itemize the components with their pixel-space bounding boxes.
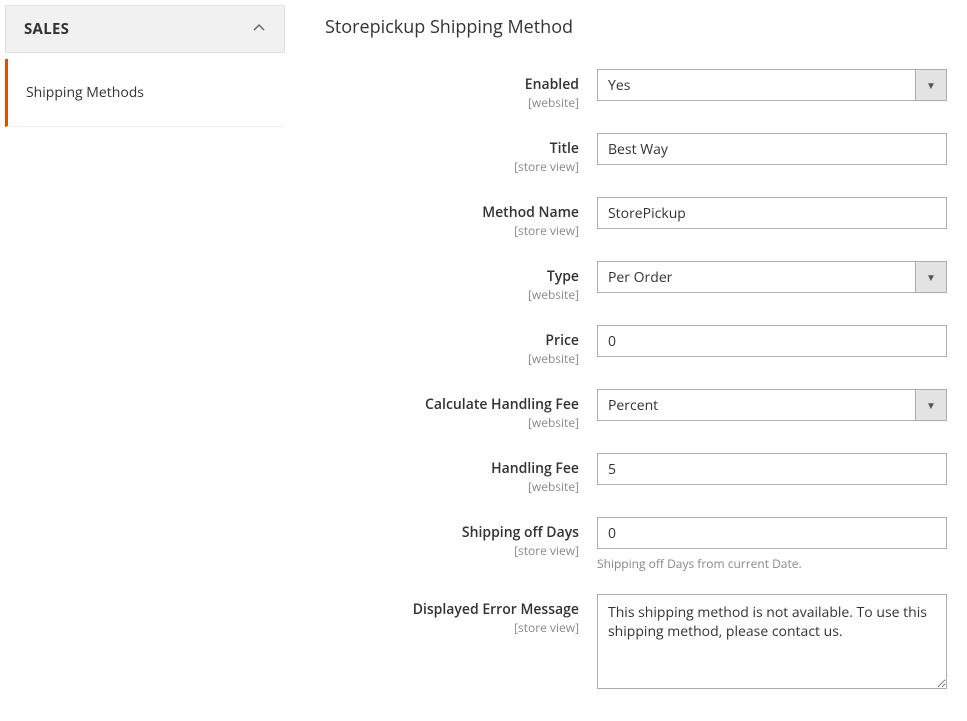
scope-label: [website] (325, 94, 579, 111)
price-input[interactable] (597, 325, 947, 357)
scope-label: [website] (325, 350, 579, 367)
handling-fee-calc-select[interactable]: Percent ▼ (597, 389, 947, 421)
scope-label: [store view] (325, 619, 579, 636)
scope-label: [store view] (325, 542, 579, 559)
dropdown-arrow-icon: ▼ (915, 389, 947, 421)
field-row-method-name: Method Name [store view] (325, 197, 962, 239)
field-label-shipping-off-days: Shipping off Days (325, 523, 579, 542)
scope-label: [website] (325, 414, 579, 431)
field-row-enabled: Enabled [website] Yes ▼ (325, 69, 962, 111)
field-label-type: Type (325, 267, 579, 286)
scope-label: [website] (325, 286, 579, 303)
chevron-up-icon (252, 18, 266, 40)
scope-label: [store view] (325, 222, 579, 239)
field-label-error-message: Displayed Error Message (325, 600, 579, 619)
handling-fee-input[interactable] (597, 453, 947, 485)
field-label-title: Title (325, 139, 579, 158)
field-label-handling-fee: Handling Fee (325, 459, 579, 478)
field-row-handling-fee-calc: Calculate Handling Fee [website] Percent… (325, 389, 962, 431)
field-row-price: Price [website] (325, 325, 962, 367)
section-title: Storepickup Shipping Method (325, 15, 962, 39)
main-content: Storepickup Shipping Method Enabled [web… (285, 5, 962, 716)
error-message-textarea[interactable] (597, 594, 947, 689)
field-row-shipping-off-days: Shipping off Days [store view] Shipping … (325, 517, 962, 572)
field-label-enabled: Enabled (325, 75, 579, 94)
sidebar-item-label: Shipping Methods (26, 83, 144, 102)
sidebar-item-shipping-methods[interactable]: Shipping Methods (5, 59, 285, 127)
method-name-input[interactable] (597, 197, 947, 229)
field-row-type: Type [website] Per Order ▼ (325, 261, 962, 303)
title-input[interactable] (597, 133, 947, 165)
sidebar: SALES Shipping Methods (5, 5, 285, 716)
enabled-select[interactable]: Yes ▼ (597, 69, 947, 101)
field-label-handling-fee-calc: Calculate Handling Fee (325, 395, 579, 414)
sidebar-category-sales[interactable]: SALES (5, 5, 285, 53)
type-select-value: Per Order (597, 261, 915, 293)
field-label-method-name: Method Name (325, 203, 579, 222)
enabled-select-value: Yes (597, 69, 915, 101)
sidebar-category-label: SALES (24, 19, 69, 39)
scope-label: [website] (325, 478, 579, 495)
shipping-off-days-input[interactable] (597, 517, 947, 549)
handling-fee-calc-select-value: Percent (597, 389, 915, 421)
scope-label: [store view] (325, 158, 579, 175)
field-row-error-message: Displayed Error Message [store view] (325, 594, 962, 694)
type-select[interactable]: Per Order ▼ (597, 261, 947, 293)
dropdown-arrow-icon: ▼ (915, 261, 947, 293)
dropdown-arrow-icon: ▼ (915, 69, 947, 101)
field-label-price: Price (325, 331, 579, 350)
shipping-off-days-help: Shipping off Days from current Date. (597, 555, 947, 572)
field-row-title: Title [store view] (325, 133, 962, 175)
field-row-handling-fee: Handling Fee [website] (325, 453, 962, 495)
